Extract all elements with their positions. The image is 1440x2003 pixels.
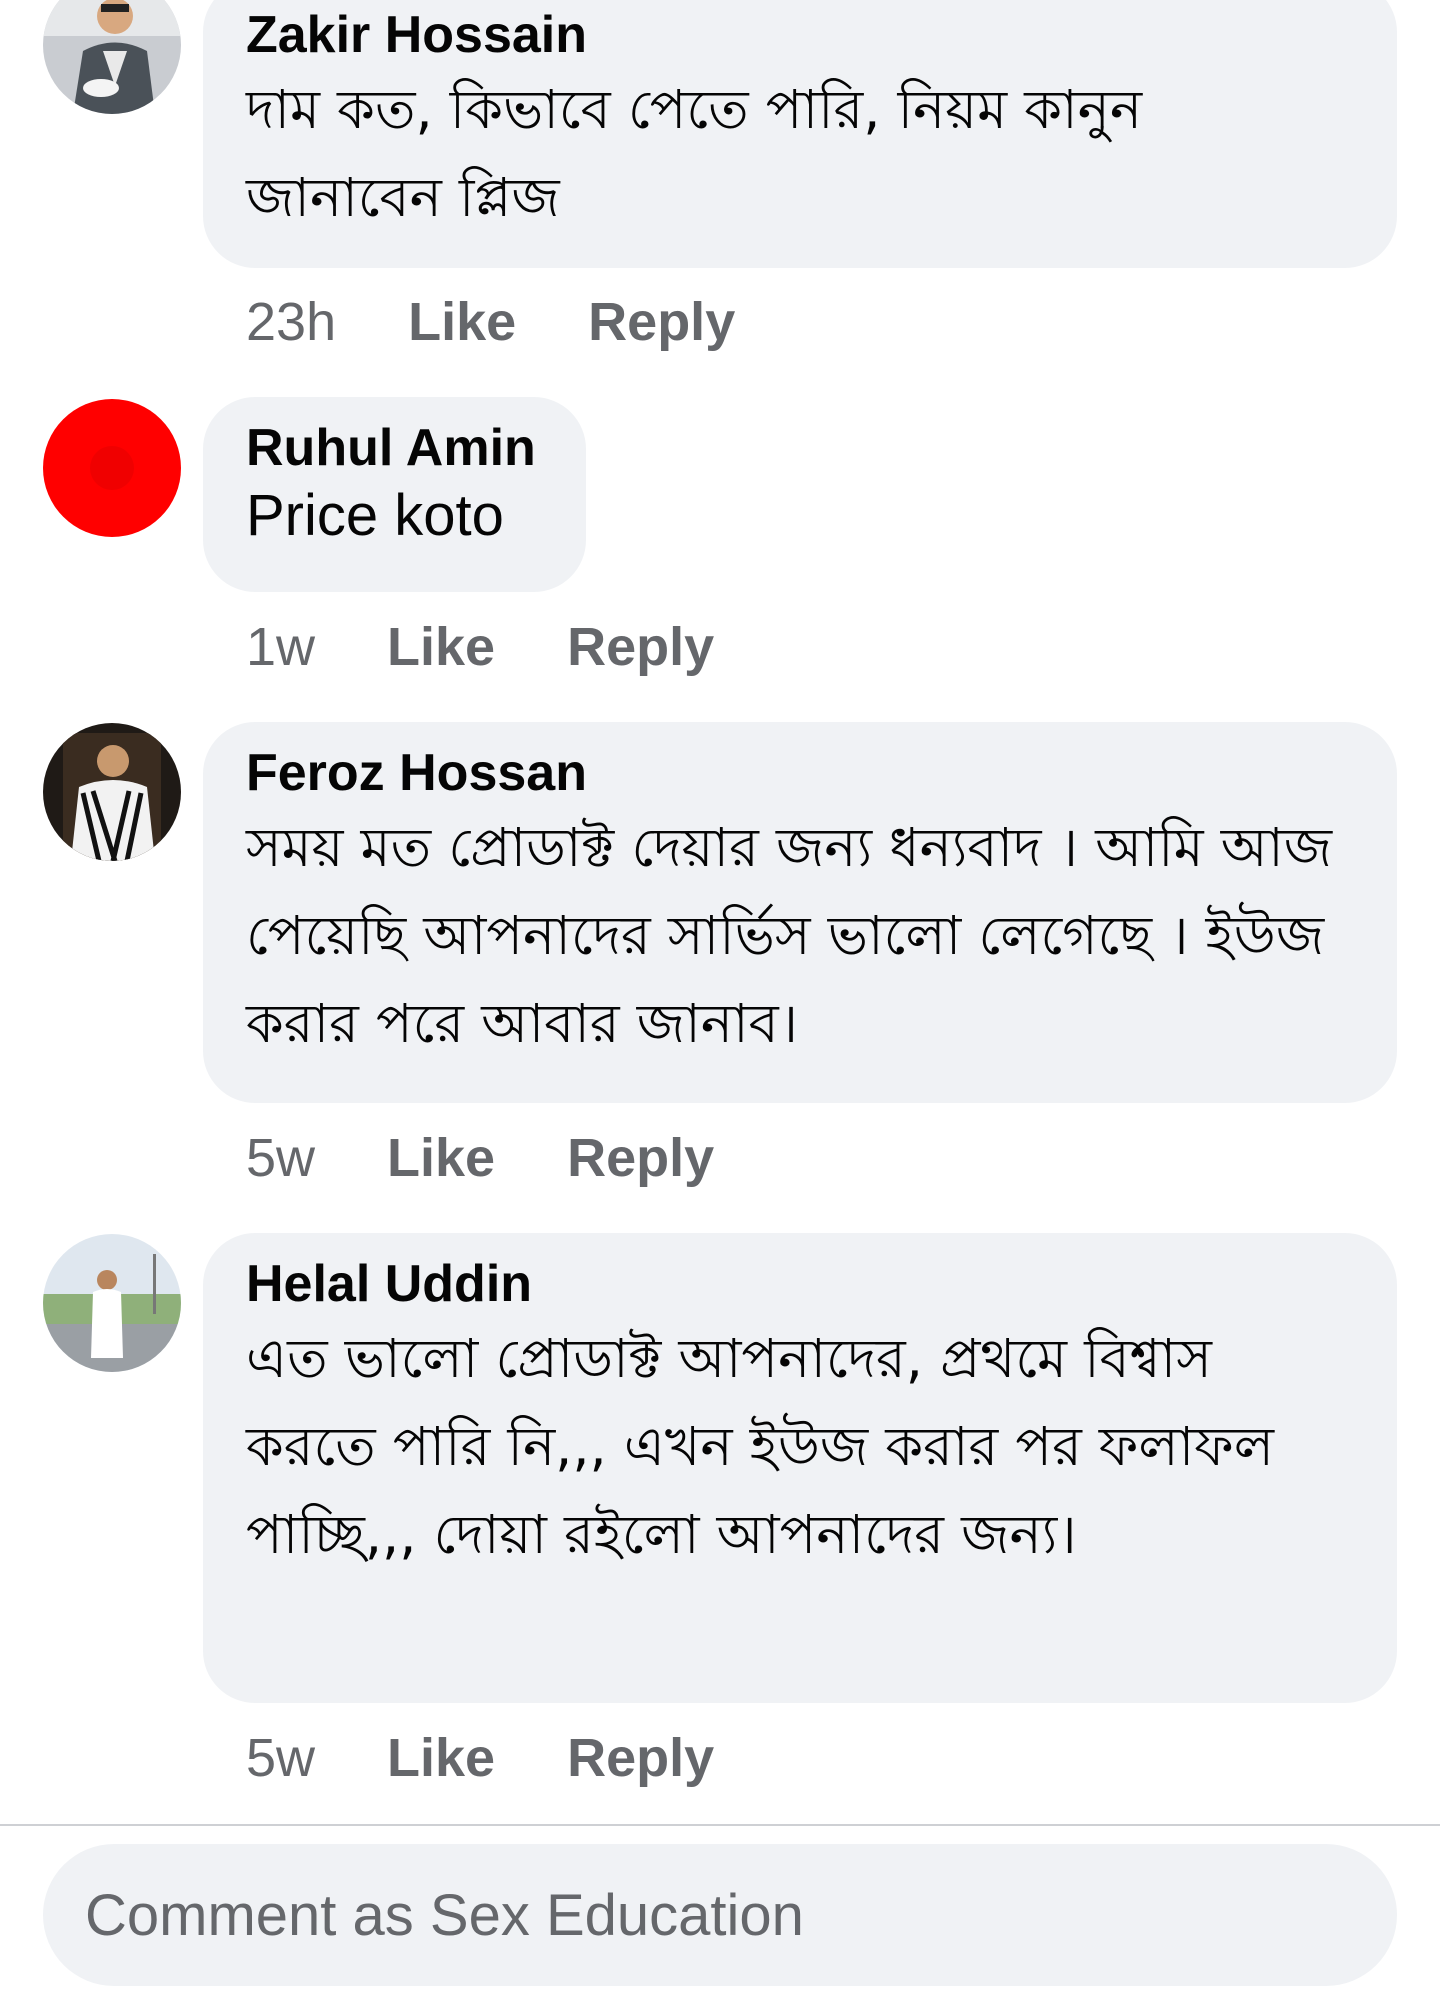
comment-text: এত ভালো প্রোডাক্ট আপনাদের, প্রথমে বিশ্বা… xyxy=(246,1327,1274,1566)
comment-author[interactable]: Ruhul Amin xyxy=(246,417,544,479)
comment-bubble: Ruhul Amin Price koto xyxy=(203,397,586,592)
comment-timestamp[interactable]: 5w xyxy=(246,1727,315,1789)
reply-button[interactable]: Reply xyxy=(567,1127,714,1189)
like-button[interactable]: Like xyxy=(387,616,495,678)
comment-actions: 1w Like Reply xyxy=(246,612,714,682)
reply-button[interactable]: Reply xyxy=(567,1727,714,1789)
divider xyxy=(0,1824,1440,1826)
comment-author[interactable]: Feroz Hossan xyxy=(246,742,1355,804)
profile-photo-icon xyxy=(43,0,181,114)
like-button[interactable]: Like xyxy=(408,291,516,353)
comment-input[interactable]: Comment as Sex Education xyxy=(43,1844,1397,1986)
comment-text: Price koto xyxy=(246,483,504,548)
profile-photo-icon xyxy=(43,399,181,537)
comment-actions: 23h Like Reply xyxy=(246,287,735,357)
comment-input-placeholder: Comment as Sex Education xyxy=(85,1882,804,1948)
reply-button[interactable]: Reply xyxy=(567,616,714,678)
profile-photo-icon xyxy=(43,1234,181,1372)
comment-actions: 5w Like Reply xyxy=(246,1123,714,1193)
comment-bubble: Feroz Hossan সময় মত প্রোডাক্ট দেয়ার জন… xyxy=(203,722,1397,1103)
like-button[interactable]: Like xyxy=(387,1727,495,1789)
comment-timestamp[interactable]: 1w xyxy=(246,616,315,678)
avatar[interactable] xyxy=(43,723,181,861)
reply-button[interactable]: Reply xyxy=(588,291,735,353)
comment-actions: 5w Like Reply xyxy=(246,1723,714,1793)
like-button[interactable]: Like xyxy=(387,1127,495,1189)
comment-text: সময় মত প্রোডাক্ট দেয়ার জন্য ধন্যবাদ । … xyxy=(246,816,1333,1055)
comment-author[interactable]: Zakir Hossain xyxy=(246,4,1355,66)
comment-timestamp[interactable]: 23h xyxy=(246,291,336,353)
comment-bubble: Helal Uddin এত ভালো প্রোডাক্ট আপনাদের, প… xyxy=(203,1233,1397,1703)
avatar[interactable] xyxy=(43,399,181,537)
profile-photo-icon xyxy=(43,723,181,861)
comment-text: দাম কত, কিভাবে পেতে পারি, নিয়ম কানুন জা… xyxy=(246,78,1143,229)
avatar[interactable] xyxy=(43,0,181,114)
comment-author[interactable]: Helal Uddin xyxy=(246,1253,1355,1315)
comment-bubble: Zakir Hossain দাম কত, কিভাবে পেতে পারি, … xyxy=(203,0,1397,268)
comment-timestamp[interactable]: 5w xyxy=(246,1127,315,1189)
avatar[interactable] xyxy=(43,1234,181,1372)
